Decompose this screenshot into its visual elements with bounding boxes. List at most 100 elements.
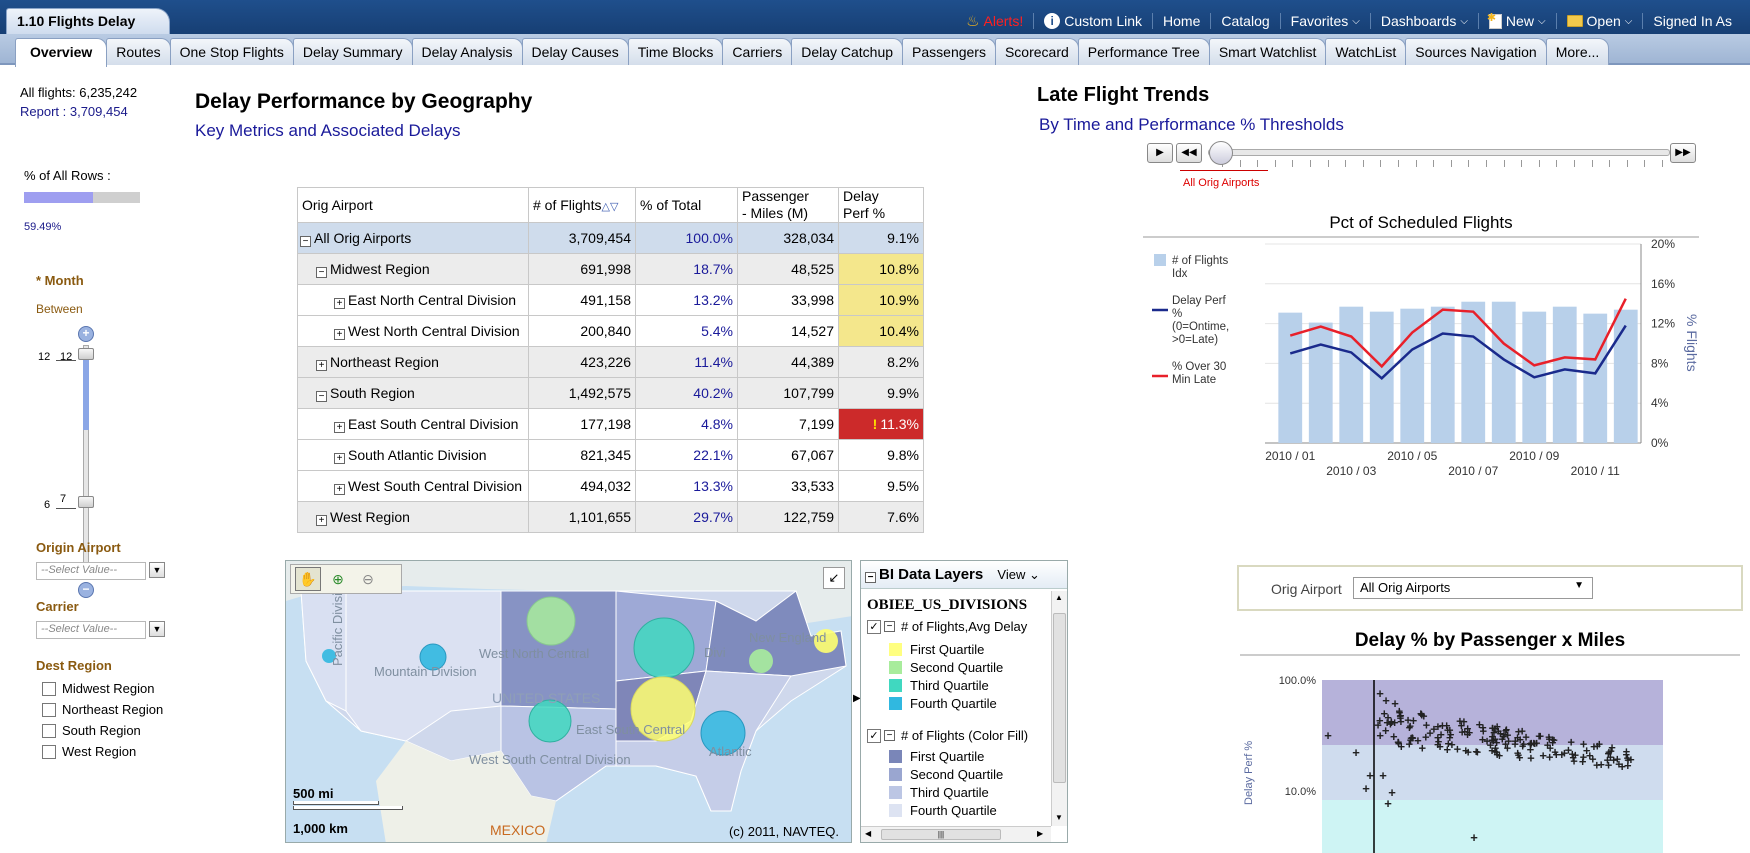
tab-delay-causes[interactable]: Delay Causes [521, 38, 629, 65]
expand-icon[interactable]: + [334, 297, 345, 309]
favorites-menu[interactable]: Favorites ⌵ [1279, 13, 1370, 29]
view-menu[interactable]: View ⌄ [997, 567, 1039, 582]
scroll-down-icon[interactable]: ▼ [1055, 813, 1063, 822]
layer-checkbox[interactable]: ✓ [867, 619, 881, 634]
custom-link[interactable]: i Custom Link [1033, 13, 1152, 29]
expand-icon[interactable]: + [334, 452, 345, 464]
tab-delay-analysis[interactable]: Delay Analysis [411, 38, 523, 65]
scroll-thumb[interactable]: ||| [881, 829, 1001, 840]
tab-passengers[interactable]: Passengers [902, 38, 996, 65]
trends-subtitle[interactable]: By Time and Performance % Thresholds [1039, 115, 1344, 135]
tab-delay-catchup[interactable]: Delay Catchup [791, 38, 904, 65]
expand-icon[interactable]: + [334, 421, 345, 433]
dashboards-menu[interactable]: Dashboards ⌵ [1369, 13, 1478, 29]
collapse-icon[interactable]: − [300, 235, 311, 247]
animation-slider-thumb[interactable] [1209, 141, 1233, 165]
rewind-icon[interactable]: ◀◀ [1176, 143, 1202, 163]
row-label[interactable]: + East South Central Division [297, 408, 529, 440]
scroll-right-icon[interactable]: ▶ [1037, 829, 1043, 838]
zoom-out-icon[interactable]: ⊖ [355, 567, 381, 591]
carrier-select-value[interactable]: --Select Value-- [36, 621, 146, 639]
animation-slider-track[interactable] [1208, 149, 1670, 156]
checkbox[interactable] [42, 702, 56, 717]
tab-smart-watchlist[interactable]: Smart Watchlist [1208, 38, 1327, 65]
origin-airport-select-value[interactable]: --Select Value-- [36, 562, 146, 580]
signed-in-as[interactable]: Signed In As [1642, 13, 1742, 29]
tab-performance-tree[interactable]: Performance Tree [1077, 38, 1210, 65]
collapse-icon[interactable]: − [865, 572, 876, 583]
legend-swatch [889, 642, 902, 656]
month-lower-handle[interactable] [78, 496, 94, 508]
tab-routes[interactable]: Routes [106, 38, 171, 65]
dest-region-option[interactable]: Midwest Region [42, 681, 163, 696]
dropdown-arrow-icon[interactable]: ▼ [149, 562, 165, 578]
checkbox[interactable] [42, 681, 56, 696]
new-menu[interactable]: ✱ New ⌵ [1477, 12, 1556, 29]
dest-region-option[interactable]: Northeast Region [42, 702, 163, 717]
expand-icon[interactable]: + [316, 359, 327, 371]
collapse-icon[interactable]: − [884, 621, 895, 632]
row-label[interactable]: + East North Central Division [297, 284, 529, 316]
geo-subtitle[interactable]: Key Metrics and Associated Delays [195, 121, 461, 141]
row-label[interactable]: + West North Central Division [297, 315, 529, 347]
row-label[interactable]: + Northeast Region [297, 346, 529, 378]
tab-overview[interactable]: Overview [15, 38, 108, 67]
catalog-link[interactable]: Catalog [1210, 13, 1279, 29]
collapse-icon[interactable]: − [884, 730, 895, 741]
orig-airport-dropdown[interactable]: All Orig Airports ▼ [1353, 577, 1593, 599]
tab-scorecard[interactable]: Scorecard [994, 38, 1079, 65]
origin-airport-select[interactable]: --Select Value-- ▼ [36, 562, 165, 580]
dest-region-option[interactable]: West Region [42, 744, 163, 759]
tab-delay-summary[interactable]: Delay Summary [292, 38, 413, 65]
map-label-mountain: Mountain Division [374, 664, 477, 679]
row-label[interactable]: − All Orig Airports [297, 222, 529, 254]
open-menu[interactable]: Open ⌵ [1555, 13, 1643, 29]
expand-icon[interactable]: + [316, 514, 327, 526]
dest-region-option-label: Northeast Region [62, 702, 164, 717]
alerts-link[interactable]: ♨ Alerts! [956, 12, 1033, 30]
tab-watchlist[interactable]: WatchList [1325, 38, 1407, 65]
expand-icon[interactable]: + [334, 328, 345, 340]
scroll-left-icon[interactable]: ◀ [865, 829, 871, 838]
checkbox[interactable] [42, 723, 56, 738]
row-label[interactable]: + West South Central Division [297, 470, 529, 502]
zoom-in-icon[interactable]: ⊕ [325, 567, 351, 591]
dest-region-option[interactable]: South Region [42, 723, 163, 738]
vertical-scrollbar[interactable]: ▲ ▼ [1051, 591, 1067, 826]
home-link[interactable]: Home [1152, 13, 1210, 29]
tab-time-blocks[interactable]: Time Blocks [627, 38, 724, 65]
scatter-point: + [1422, 730, 1430, 745]
expand-icon[interactable]: ↙ [823, 567, 845, 589]
horizontal-scrollbar[interactable]: ◀ ||| ▶ [861, 826, 1051, 842]
tab-more[interactable]: More... [1545, 38, 1610, 65]
geography-map[interactable]: Pacific Division Mountain Division West … [285, 560, 852, 843]
expand-icon[interactable]: + [334, 483, 345, 495]
scatter-point: + [1476, 717, 1484, 732]
chevron-down-icon: ⌵ [1460, 15, 1468, 27]
collapse-icon[interactable]: − [316, 390, 327, 402]
row-label[interactable]: + South Atlantic Division [297, 439, 529, 471]
scroll-thumb[interactable] [1053, 613, 1066, 783]
collapse-icon[interactable]: − [316, 266, 327, 278]
slider-increase-icon[interactable]: + [78, 326, 94, 342]
layer-checkbox[interactable]: ✓ [867, 728, 881, 743]
tab-one-stop-flights[interactable]: One Stop Flights [169, 38, 294, 65]
slider-decrease-icon[interactable]: − [78, 582, 94, 598]
col-header-flights[interactable]: # of Flights△▽ [528, 187, 636, 223]
dropdown-arrow-icon[interactable]: ▼ [149, 621, 165, 637]
dest-region-label: Dest Region [36, 658, 112, 673]
scroll-up-icon[interactable]: ▲ [1055, 593, 1063, 602]
carrier-select[interactable]: --Select Value-- ▼ [36, 621, 165, 639]
row-label[interactable]: − Midwest Region [297, 253, 529, 285]
sort-icon[interactable]: △▽ [601, 201, 618, 213]
fast-forward-icon[interactable]: ▶▶ [1670, 143, 1696, 163]
pan-hand-icon[interactable]: ✋ [295, 567, 321, 591]
month-upper-handle[interactable] [78, 348, 94, 360]
row-label[interactable]: + West Region [297, 501, 529, 533]
tab-sources-navigation[interactable]: Sources Navigation [1405, 38, 1547, 65]
tab-carriers[interactable]: Carriers [722, 38, 793, 65]
play-icon[interactable]: ▶ [1147, 143, 1173, 163]
checkbox[interactable] [42, 744, 56, 759]
map-label-new-england: New England [749, 630, 827, 645]
row-label[interactable]: − South Region [297, 377, 529, 409]
